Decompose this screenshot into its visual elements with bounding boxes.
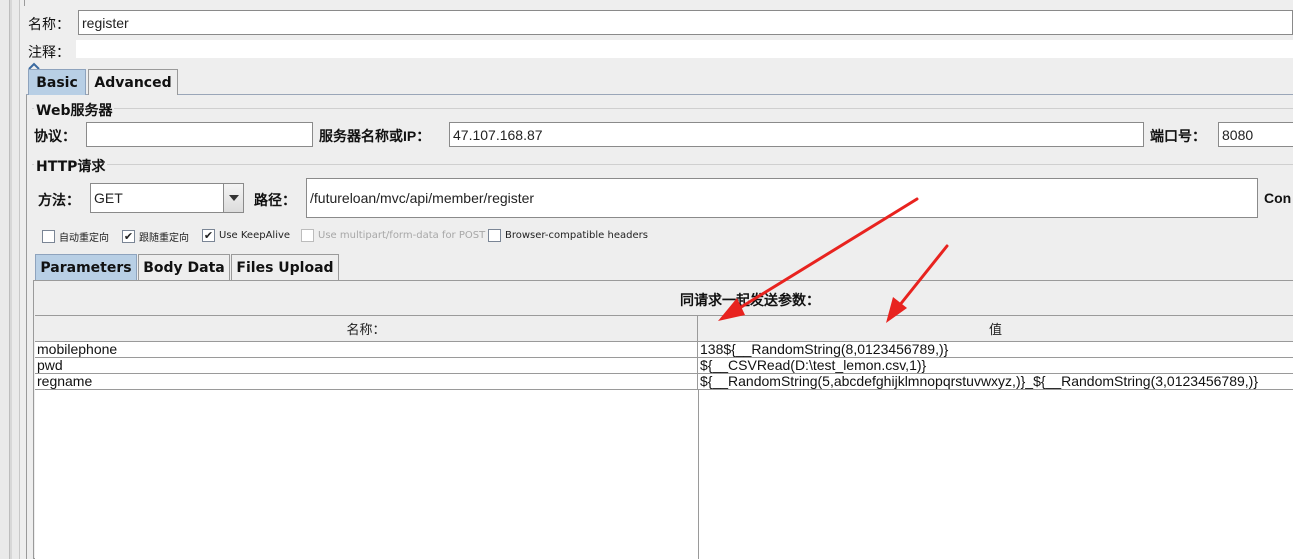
collapse-arrow-icon[interactable]	[27, 58, 41, 70]
server-field[interactable]: 47.107.168.87	[449, 122, 1144, 147]
browser-headers-label: Browser-compatible headers	[505, 230, 648, 241]
top-line	[24, 0, 1293, 6]
port-field[interactable]: 8080	[1218, 122, 1293, 147]
tab-parameters[interactable]: Parameters	[35, 254, 137, 281]
table-row-value[interactable]: ${__RandomString(5,abcdefghijklmnopqrstu…	[698, 374, 1293, 390]
path-field[interactable]: /futureloan/mvc/api/member/register	[306, 178, 1258, 218]
http-request-group-title: HTTP请求	[34, 156, 108, 176]
tab-files-upload[interactable]: Files Upload	[231, 254, 339, 281]
checkbox-box	[488, 229, 501, 242]
parameters-table[interactable]: 名称： 值 mobilephone 138${__RandomString(8,…	[35, 315, 1293, 559]
table-row-name[interactable]: mobilephone	[35, 342, 698, 358]
method-label: 方法：	[38, 192, 80, 208]
tab-body-data[interactable]: Body Data	[138, 254, 230, 281]
column-header-value[interactable]: 值	[698, 316, 1293, 342]
web-server-group-title: Web服务器	[34, 100, 115, 120]
method-select[interactable]: GET	[90, 183, 244, 213]
tab-advanced[interactable]: Advanced	[88, 69, 178, 95]
protocol-field[interactable]	[86, 122, 313, 147]
follow-redirect-label: 跟随重定向	[139, 233, 189, 244]
follow-redirect-checkbox[interactable]: ✔ 跟随重定向	[122, 229, 189, 244]
tab-basic[interactable]: Basic	[28, 69, 86, 95]
tab-strip-line	[26, 94, 1293, 95]
checkbox-box	[42, 230, 55, 243]
port-label: 端口号：	[1150, 128, 1206, 144]
splitter-handle[interactable]	[9, 0, 12, 559]
browser-headers-checkbox[interactable]: Browser-compatible headers	[488, 229, 648, 242]
value-column-divider	[698, 390, 699, 559]
method-value: GET	[94, 190, 123, 206]
path-label: 路径：	[254, 192, 296, 208]
table-row-value[interactable]: ${__CSVRead(D:\test_lemon.csv,1)}	[698, 358, 1293, 374]
keepalive-checkbox[interactable]: ✔ Use KeepAlive	[202, 229, 290, 242]
multipart-checkbox: Use multipart/form-data for POST	[301, 229, 485, 242]
content-encoding-label: Con	[1264, 190, 1292, 206]
auto-redirect-checkbox[interactable]: 自动重定向	[42, 229, 109, 244]
web-server-group-line	[32, 108, 1293, 109]
comment-field[interactable]	[76, 40, 1293, 58]
http-request-group-line	[32, 164, 1293, 165]
server-label: 服务器名称或IP：	[319, 128, 431, 144]
checkbox-box	[301, 229, 314, 242]
name-field[interactable]: register	[78, 10, 1293, 35]
name-label: 名称：	[28, 16, 70, 32]
auto-redirect-label: 自动重定向	[59, 233, 109, 244]
table-row-name[interactable]: pwd	[35, 358, 698, 374]
protocol-label: 协议：	[34, 128, 76, 144]
table-row-name[interactable]: regname	[35, 374, 698, 390]
column-header-name[interactable]: 名称：	[35, 316, 698, 342]
chevron-down-icon[interactable]	[223, 184, 243, 212]
check-icon: ✔	[202, 229, 215, 242]
parameters-title: 同请求一起发送参数：	[680, 292, 820, 308]
multipart-label: Use multipart/form-data for POST	[318, 230, 486, 241]
table-row-value[interactable]: 138${__RandomString(8,0123456789,)}	[698, 342, 1293, 358]
keepalive-label: Use KeepAlive	[219, 230, 291, 241]
check-icon: ✔	[122, 230, 135, 243]
